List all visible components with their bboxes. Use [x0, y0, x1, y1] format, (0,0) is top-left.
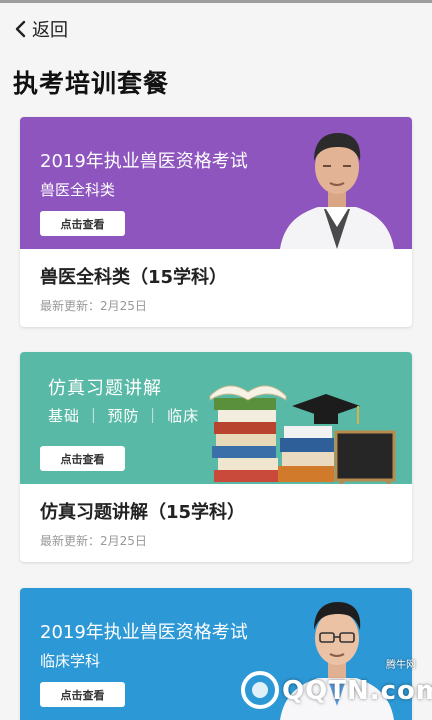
package-card-general[interactable]: 2019年执业兽医资格考试 兽医全科类 点击查看 兽医全科类（15学科） 最新更… — [20, 117, 412, 327]
view-button[interactable]: 点击查看 — [40, 211, 125, 236]
banner-subtitle: 临床学科 — [40, 652, 101, 670]
card-updated: 最新更新：2月25日 — [40, 534, 147, 548]
banner-title: 2019年执业兽医资格考试 — [40, 151, 248, 172]
card-banner[interactable]: 仿真习题讲解 基础 ｜ 预防 ｜ 临床 点击查看 — [20, 352, 412, 484]
view-button[interactable]: 点击查看 — [40, 682, 125, 707]
package-card-exercises[interactable]: 仿真习题讲解 基础 ｜ 预防 ｜ 临床 点击查看 仿真习题讲解（15学科） 最新… — [20, 352, 412, 562]
watermark-brand: QQTN.com — [282, 676, 432, 706]
books-icon — [209, 385, 396, 484]
banner-subtitle: 兽医全科类 — [40, 181, 116, 199]
back-label: 返回 — [32, 20, 68, 41]
view-button[interactable]: 点击查看 — [40, 446, 125, 471]
teacher-portrait-image — [280, 133, 394, 249]
back-button[interactable]: 返回 — [14, 16, 68, 42]
card-title: 仿真习题讲解（15学科） — [40, 502, 246, 523]
banner-title: 2019年执业兽医资格考试 — [40, 622, 248, 643]
watermark-caption: 腾牛网 — [386, 660, 416, 671]
status-divider — [0, 0, 432, 3]
banner-subtitle: 基础 ｜ 预防 ｜ 临床 — [48, 407, 200, 425]
card-banner[interactable]: 2019年执业兽医资格考试 兽医全科类 点击查看 — [20, 117, 412, 249]
card-updated: 最新更新：2月25日 — [40, 299, 147, 313]
brand-logo-icon — [241, 671, 279, 709]
page-title: 执考培训套餐 — [13, 69, 170, 98]
site-watermark: QQTN.com 腾牛网 — [238, 660, 432, 714]
card-title: 兽医全科类（15学科） — [40, 267, 228, 288]
banner-title: 仿真习题讲解 — [48, 378, 162, 399]
chevron-left-icon — [15, 20, 26, 38]
